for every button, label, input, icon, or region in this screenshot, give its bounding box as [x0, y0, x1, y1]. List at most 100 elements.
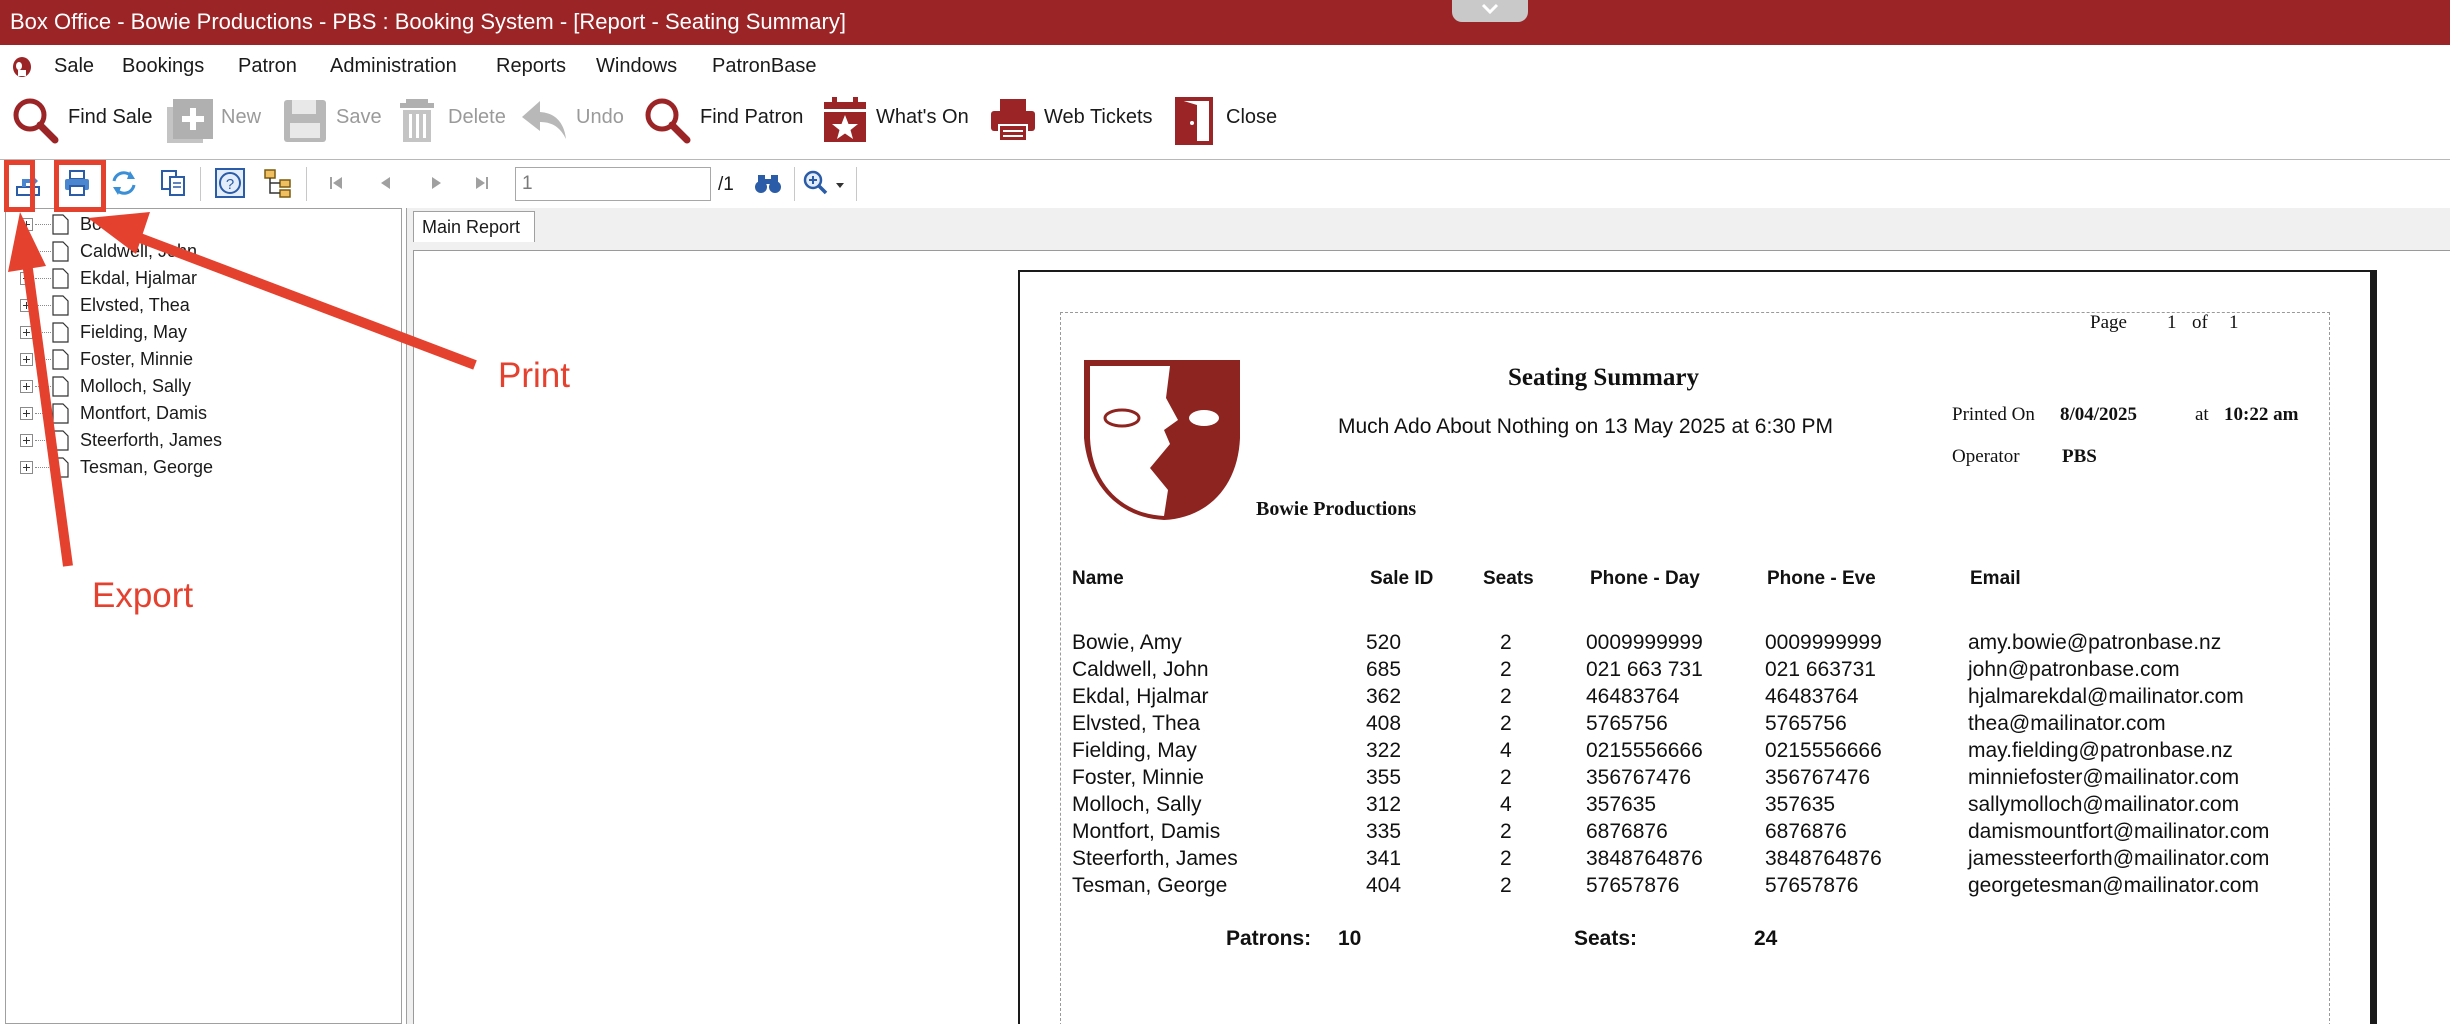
printer-icon [991, 99, 1035, 142]
expand-icon[interactable] [20, 353, 33, 366]
table-row: Bowie, Amy 520 2 0009999999 0009999999 a… [1072, 631, 2222, 654]
ribbon-collapse-button[interactable] [1452, 0, 1528, 22]
tree-item[interactable]: Steerforth, James [6, 427, 396, 454]
delete-button[interactable]: Delete [396, 89, 520, 149]
table-row: Steerforth, James 341 2 3848764876 38487… [1072, 847, 2270, 870]
toolbar-separator [306, 167, 307, 201]
tree-connector [35, 305, 51, 306]
menu-patron[interactable]: Patron [238, 55, 297, 78]
document-icon [52, 430, 69, 451]
print-annotation: Print [498, 356, 570, 395]
menu-bookings[interactable]: Bookings [122, 55, 204, 78]
close-button[interactable]: Close [1170, 89, 1290, 149]
operator-label: Operator [1952, 446, 2020, 467]
menu-patronbase[interactable]: PatronBase [712, 55, 817, 78]
refresh-icon[interactable] [108, 167, 140, 199]
table-row: Tesman, George 404 2 57657876 57657876 g… [1072, 874, 2259, 897]
web-tickets-button[interactable]: Web Tickets [988, 89, 1158, 149]
tree-item[interactable]: Ekdal, Hjalmar [6, 265, 396, 292]
last-page-icon[interactable] [466, 167, 498, 199]
menu-windows[interactable]: Windows [596, 55, 677, 78]
document-icon [52, 268, 69, 289]
expand-icon[interactable] [20, 245, 33, 258]
column-header-name: Name [1072, 568, 1124, 589]
printed-on-date: 8/04/2025 [2060, 404, 2138, 425]
expand-icon[interactable] [20, 380, 33, 393]
document-icon [52, 214, 69, 235]
search-icon [645, 98, 691, 144]
zoom-icon[interactable] [800, 167, 848, 199]
page-label: Page [2090, 312, 2127, 333]
document-icon [52, 295, 69, 316]
tree-item[interactable]: Molloch, Sally [6, 373, 396, 400]
whats-on-button[interactable]: What's On [820, 89, 980, 149]
help-icon[interactable]: ? [214, 167, 246, 199]
find-patron-button[interactable]: Find Patron [642, 89, 812, 149]
tree-connector [35, 386, 51, 387]
theatre-mask-logo [1084, 360, 1240, 520]
table-row: Fielding, May 322 4 0215556666 021555666… [1072, 739, 2233, 762]
toolbar-separator [200, 167, 201, 201]
tab-main-report[interactable]: Main Report [413, 211, 535, 242]
menu-sale[interactable]: Sale [54, 55, 94, 78]
table-row: Foster, Minnie 355 2 356767476 356767476… [1072, 766, 2240, 789]
page-total: /1 [718, 174, 734, 195]
exit-door-icon [1175, 97, 1213, 145]
find-sale-button[interactable]: Find Sale [10, 89, 160, 149]
patrons-total-label: Patrons: [1226, 927, 1312, 950]
table-row: Ekdal, Hjalmar 362 2 46483764 46483764 h… [1072, 685, 2244, 708]
first-page-icon[interactable] [320, 167, 352, 199]
tree-item[interactable]: Fielding, May [6, 319, 396, 346]
new-button[interactable]: New [165, 89, 275, 149]
document-icon [52, 241, 69, 262]
previous-page-icon[interactable] [370, 167, 402, 199]
menu-administration[interactable]: Administration [330, 55, 457, 78]
report-viewer-toolbar: ? /1 [0, 160, 2450, 208]
menu-reports[interactable]: Reports [496, 55, 566, 78]
tree-item[interactable]: Foster, Minnie [6, 346, 396, 373]
tree-connector [35, 359, 51, 360]
expand-icon[interactable] [20, 218, 33, 231]
tree-connector [35, 440, 51, 441]
tree-item[interactable]: Tesman, George [6, 454, 396, 481]
save-button[interactable]: Save [280, 89, 392, 149]
column-header-seats: Seats [1483, 568, 1534, 589]
export-highlight-box [4, 160, 35, 212]
tree-item[interactable]: Montfort, Damis [6, 400, 396, 427]
document-icon [52, 403, 69, 424]
tree-connector [35, 251, 51, 252]
binoculars-icon[interactable] [752, 167, 784, 199]
toolbar-separator [794, 167, 795, 201]
chevron-down-icon [1481, 3, 1499, 15]
group-tree-icon[interactable] [262, 167, 294, 199]
printed-on-label: Printed On [1952, 404, 2035, 425]
page-total-count: 1 [2229, 312, 2239, 333]
expand-icon[interactable] [20, 407, 33, 420]
next-page-icon[interactable] [420, 167, 452, 199]
column-header-phone-eve: Phone - Eve [1767, 568, 1876, 589]
copy-icon[interactable] [157, 167, 189, 199]
tree-item[interactable]: Bowie, [6, 211, 396, 238]
undo-icon [522, 101, 566, 139]
tree-item[interactable]: Elvsted, Thea [6, 292, 396, 319]
expand-icon[interactable] [20, 326, 33, 339]
expand-icon[interactable] [20, 434, 33, 447]
toolbar-separator [856, 167, 857, 201]
export-annotation: Export [92, 576, 194, 615]
tree-connector [35, 413, 51, 414]
menu-bar: Sale Bookings Patron Administration Repo… [0, 45, 2450, 89]
page-number-input[interactable] [515, 167, 711, 201]
title-bar: Box Office - Bowie Productions - PBS : B… [0, 0, 2450, 45]
print-highlight-box [54, 160, 106, 212]
undo-button[interactable]: Undo [520, 89, 630, 149]
window-title: Box Office - Bowie Productions - PBS : B… [10, 9, 846, 34]
seats-total-label: Seats: [1574, 927, 1638, 950]
report-page: Page 1 of 1 Bowie Productions Seating Su… [1018, 270, 2372, 1024]
app-logo-icon[interactable] [11, 56, 33, 78]
expand-icon[interactable] [20, 461, 33, 474]
group-tree-panel: Bowie, Caldwell, John Ekdal, Hjalmar Elv… [5, 208, 402, 1024]
tree-item[interactable]: Caldwell, John [6, 238, 396, 265]
expand-icon[interactable] [20, 299, 33, 312]
expand-icon[interactable] [20, 272, 33, 285]
document-icon [52, 322, 69, 343]
